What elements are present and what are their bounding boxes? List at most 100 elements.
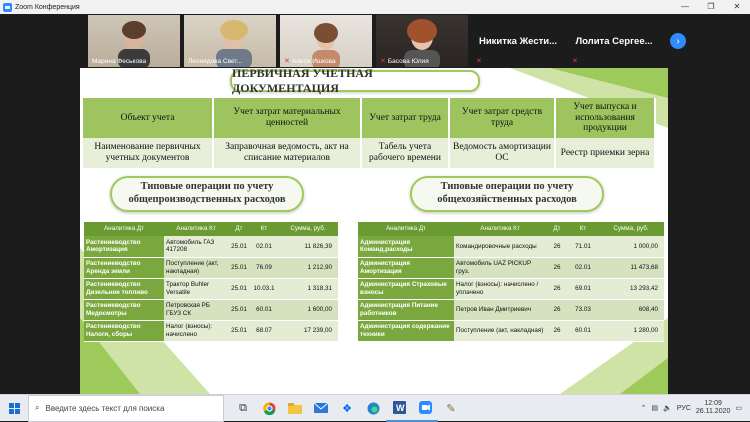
shared-slide: ПЕРВИЧНАЯ УЧЕТНАЯ ДОКУМЕНТАЦИЯ Объект уч…: [80, 68, 668, 394]
table-cell: Табель учета рабочего времени: [361, 138, 450, 168]
table-cell: 608,40: [598, 299, 664, 321]
windows-logo-icon: [8, 402, 20, 414]
table-cell: Растениеводство Налоги, сборы: [84, 320, 164, 342]
table-cell: 60.01: [568, 320, 598, 342]
clock-time: 12:09: [704, 399, 722, 407]
file-explorer-icon[interactable]: [282, 395, 308, 422]
participant-name: Басова Юлия: [387, 57, 429, 65]
table-cell: Заправочная ведомость, акт на списание м…: [213, 138, 362, 168]
table-cell: 69.01: [568, 278, 598, 300]
dropbox-icon[interactable]: ❖: [334, 395, 360, 422]
table-header: Учет затрат средств труда: [449, 98, 556, 138]
search-input[interactable]: Введите здесь текст для поиска: [45, 404, 164, 413]
next-page-button[interactable]: ›: [670, 33, 686, 49]
participant-name: Никитка Жести...: [478, 35, 558, 47]
task-view-icon[interactable]: ⧉: [230, 395, 256, 422]
table-cell: 1 212,90: [278, 257, 338, 279]
table-cell: Администрация содержание техники: [358, 320, 454, 342]
left-operations-table: Аналитика Дт Аналитика Кт Дт Кт Сумма, р…: [84, 222, 338, 342]
table-cell: 73.03: [568, 299, 598, 321]
table-cell: Автомобиль ГАЗ 417208: [164, 236, 228, 258]
table-header: Аналитика Кт: [164, 222, 228, 236]
table-cell: Администрация Команд.расходы: [358, 236, 454, 258]
minimize-button[interactable]: —: [672, 0, 698, 14]
participant-tile[interactable]: Леонидова Свет...: [184, 15, 276, 67]
table-header: Кт: [568, 222, 598, 236]
table-cell: Налог (взносы): начислено: [164, 320, 228, 342]
table-cell: 25.01: [228, 299, 250, 321]
word-icon[interactable]: W: [386, 395, 412, 422]
clock-date: 26.11.2020: [695, 408, 731, 415]
participant-tile[interactable]: ✕ Алеся Ишкова: [280, 15, 372, 67]
table-row: Администрация Страховые взносы Налог (вз…: [358, 278, 664, 300]
start-button[interactable]: [0, 395, 28, 422]
table-row: Растениеводство Амортизация Автомобиль Г…: [84, 236, 338, 258]
muted-mic-icon: ✕: [284, 58, 290, 65]
table-cell: 17 239,00: [278, 320, 338, 342]
table-cell: Администрация Питание работников: [358, 299, 454, 321]
table-cell: Растениеводство Медосмотры: [84, 299, 164, 321]
table-cell: 26: [546, 320, 568, 342]
table-cell: 11 473,68: [598, 257, 664, 279]
language-indicator[interactable]: РУС: [677, 405, 691, 412]
table-cell: Трактор Buhler Versatile: [164, 278, 228, 300]
svg-text:W: W: [396, 403, 405, 413]
table-header: Сумма, руб.: [278, 222, 338, 236]
table-header: Аналитика Кт: [454, 222, 546, 236]
table-cell: 76.09: [250, 257, 278, 279]
table-cell: Ведомость амортизации ОС: [449, 138, 556, 168]
table-cell: 26: [546, 257, 568, 279]
table-cell: Растениеводство Аренда земли: [84, 257, 164, 279]
close-button[interactable]: ✕: [724, 0, 750, 14]
edge-icon[interactable]: [360, 395, 386, 422]
table-row: Администрация Команд.расходы Командирово…: [358, 236, 664, 258]
table-row: Растениеводство Медосмотры Петровская РБ…: [84, 299, 338, 321]
volume-icon[interactable]: 🔈: [663, 404, 672, 412]
table-cell: Петровская РБ ГБУЗ СК: [164, 299, 228, 321]
chevron-up-icon[interactable]: ⌃: [641, 404, 647, 412]
table-cell: Наименование первичных учетных документо…: [83, 138, 214, 168]
muted-mic-icon: ✕: [380, 58, 386, 65]
participant-name: Леонидова Свет...: [188, 58, 243, 65]
participant-name: Алеся Ишкова: [291, 57, 336, 65]
participant-name: Марина Феськова: [92, 58, 147, 65]
table-cell: Петров Иван Дмитриевич: [454, 299, 546, 321]
table-cell: 26: [546, 236, 568, 258]
maximize-button[interactable]: ❐: [698, 0, 724, 14]
table-cell: Растениеводство Дизельное топливо: [84, 278, 164, 300]
table-cell: 02.01: [568, 257, 598, 279]
table-row: Растениеводство Аренда земли Поступление…: [84, 257, 338, 279]
right-section-title: Типовые операции по учету общехозяйствен…: [410, 176, 604, 212]
network-icon[interactable]: ▤: [651, 404, 658, 412]
table-cell: 25.01: [228, 257, 250, 279]
table-header: Учет затрат труда: [361, 98, 450, 138]
table-header: Дт: [546, 222, 568, 236]
taskbar-search[interactable]: ⌕ Введите здесь текст для поиска: [28, 394, 224, 422]
table-header: Сумма, руб.: [598, 222, 664, 236]
paint-icon[interactable]: ✎: [438, 395, 464, 422]
windows-taskbar: ⌕ Введите здесь текст для поиска ⧉ ❖ W ✎…: [0, 394, 750, 422]
table-cell: Налог (взносы): начислено / уплачено: [454, 278, 546, 300]
table-cell: Поступление (акт, накладная): [454, 320, 546, 342]
table-cell: 10.03.1: [250, 278, 278, 300]
table-cell: 02.01: [250, 236, 278, 258]
participant-tile[interactable]: Лолита Сергее... ✕: [568, 15, 660, 67]
documentation-table: Объект учета Учет затрат материальных це…: [83, 98, 656, 168]
zoom-app-icon[interactable]: [412, 395, 438, 422]
table-cell: Растениеводство Амортизация: [84, 236, 164, 258]
window-title: Zoom Конференция: [15, 3, 80, 11]
participant-tile[interactable]: ✕ Басова Юлия: [376, 15, 468, 67]
chrome-icon[interactable]: [256, 395, 282, 422]
table-header: Аналитика Дт: [358, 222, 454, 236]
participant-tile[interactable]: Марина Феськова: [88, 15, 180, 67]
table-header: Кт: [250, 222, 278, 236]
table-cell: 26: [546, 278, 568, 300]
mail-icon[interactable]: [308, 395, 334, 422]
notifications-icon[interactable]: ▭: [735, 404, 742, 412]
table-cell: 25.01: [228, 320, 250, 342]
search-icon: ⌕: [35, 403, 40, 412]
clock[interactable]: 12:09 26.11.2020: [696, 400, 731, 417]
table-row: Администрация содержание техники Поступл…: [358, 320, 664, 342]
participant-tile[interactable]: Никитка Жести... ✕: [472, 15, 564, 67]
muted-mic-icon: ✕: [572, 58, 578, 65]
